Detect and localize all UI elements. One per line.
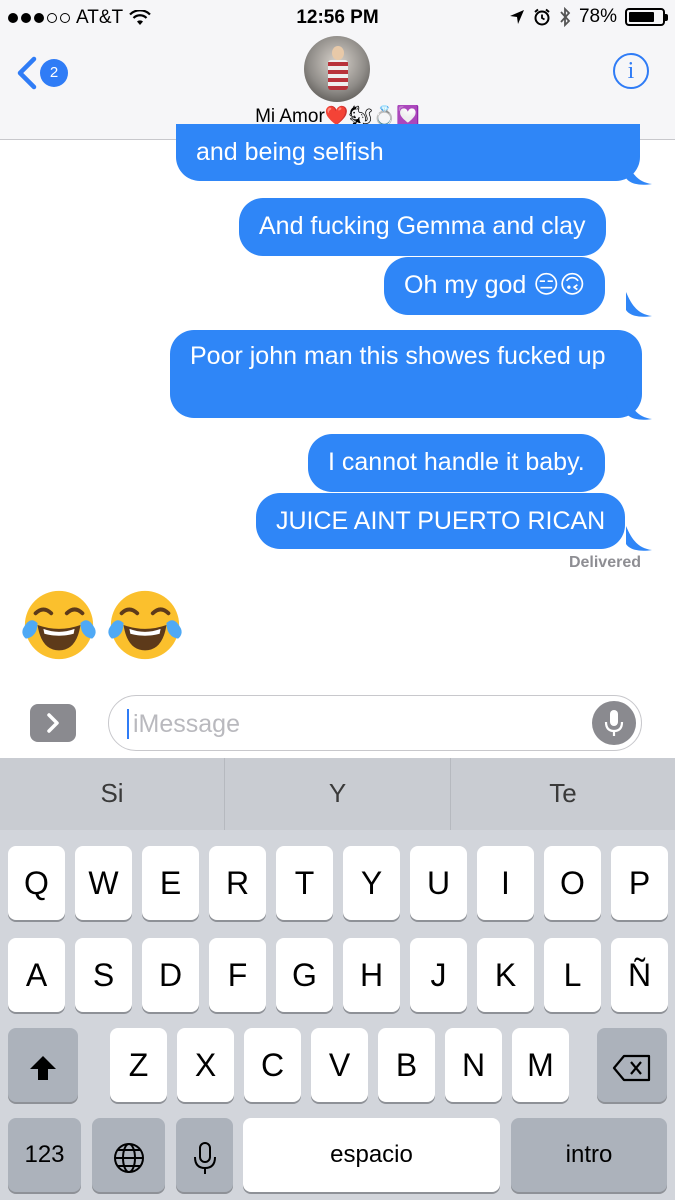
bubble-tail [626,395,652,420]
chevron-right-icon [47,713,59,733]
received-emoji-message[interactable] [20,586,184,664]
globe-key[interactable] [92,1118,165,1192]
key-l[interactable]: L [544,938,601,1012]
face-with-tears-of-joy-icon [108,590,182,660]
key-q[interactable]: Q [8,846,65,920]
bubble-tail [626,526,652,551]
key-u[interactable]: U [410,846,467,920]
text-cursor [127,709,129,739]
bubble-tail [626,160,652,185]
status-bar: AT&T 12:56 PM 78% [0,0,675,36]
key-e[interactable]: E [142,846,199,920]
backspace-icon [612,1054,651,1081]
key-m[interactable]: M [512,1028,569,1102]
message-text: Oh my god 😑🙃 [404,271,586,299]
message-text: JUICE AINT PUERTO RICAN [276,507,606,535]
key-d[interactable]: D [142,938,199,1012]
key-w[interactable]: W [75,846,132,920]
info-button[interactable]: i [613,53,649,89]
sent-message-bubble[interactable]: and being selfish [176,124,640,181]
key-j[interactable]: J [410,938,467,1012]
battery-icon [625,8,668,26]
prediction-1[interactable]: Si [0,758,224,830]
keyboard: Si Y Te Q W E R T Y U I O P A S D F G H … [0,758,675,1200]
bluetooth-icon [560,7,571,27]
key-v[interactable]: V [311,1028,368,1102]
contact-avatar[interactable] [304,36,370,102]
unread-badge: 2 [40,59,68,87]
sent-message-bubble[interactable]: Oh my god 😑🙃 [384,257,606,315]
key-n-tilde[interactable]: Ñ [611,938,668,1012]
key-o[interactable]: O [544,846,601,920]
apps-expand-button[interactable] [30,704,76,742]
alarm-icon [534,8,550,26]
message-input[interactable]: iMessage [108,695,642,751]
message-text: Poor john man this showes fucked up [190,342,606,370]
sent-message-bubble[interactable]: And fucking Gemma and clay [239,198,606,256]
key-g[interactable]: G [276,938,333,1012]
space-key[interactable]: espacio [243,1118,500,1192]
sent-message-bubble[interactable]: Poor john man this showes fucked up [170,330,642,418]
key-f[interactable]: F [209,938,266,1012]
key-t[interactable]: T [276,846,333,920]
shift-icon [30,1055,56,1080]
message-placeholder: iMessage [133,710,240,738]
status-icons: 78% [509,6,668,28]
key-a[interactable]: A [8,938,65,1012]
sent-message-bubble[interactable]: I cannot handle it baby. [308,434,605,492]
key-r[interactable]: R [209,846,266,920]
microphone-icon [193,1141,216,1174]
bubble-tail [626,292,652,317]
key-z[interactable]: Z [110,1028,167,1102]
key-i[interactable]: I [477,846,534,920]
battery-percent: 78% [578,6,617,27]
key-y[interactable]: Y [343,846,400,920]
key-s[interactable]: S [75,938,132,1012]
dictation-key[interactable] [176,1118,233,1192]
globe-icon [113,1142,144,1173]
key-k[interactable]: K [477,938,534,1012]
location-icon [509,10,524,24]
dictation-button[interactable] [592,701,636,745]
prediction-3[interactable]: Te [451,758,675,830]
face-with-tears-of-joy-icon [22,590,96,660]
return-key[interactable]: intro [511,1118,667,1192]
delete-key[interactable] [597,1028,667,1102]
message-text: And fucking Gemma and clay [259,212,586,240]
compose-bar: iMessage [0,682,675,758]
microphone-icon [604,710,624,736]
numbers-key[interactable]: 123 [8,1118,81,1192]
key-c[interactable]: C [244,1028,301,1102]
key-p[interactable]: P [611,846,668,920]
chevron-left-icon [17,56,37,90]
key-x[interactable]: X [177,1028,234,1102]
back-button[interactable]: 2 [16,56,68,90]
prediction-2[interactable]: Y [225,758,450,830]
predictive-bar: Si Y Te [0,758,675,830]
delivered-label: Delivered [568,554,641,571]
message-text: I cannot handle it baby. [328,448,585,476]
key-n[interactable]: N [445,1028,502,1102]
message-text: and being selfish [196,138,384,166]
sent-message-bubble[interactable]: JUICE AINT PUERTO RICAN [256,493,626,549]
key-b[interactable]: B [378,1028,435,1102]
shift-key[interactable] [8,1028,78,1102]
key-h[interactable]: H [343,938,400,1012]
